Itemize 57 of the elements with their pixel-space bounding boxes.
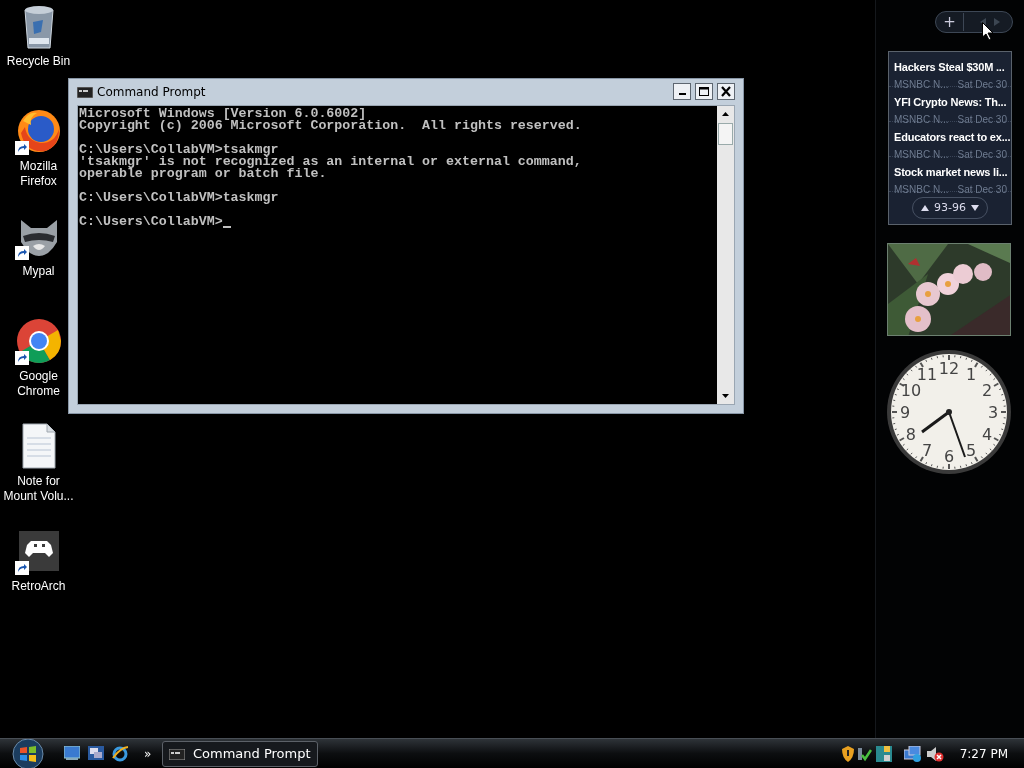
- clock-numeral: 1: [965, 364, 977, 384]
- mouse-pointer-icon: [982, 22, 994, 41]
- news-headline[interactable]: YFI Crypto News: Th...: [894, 95, 1007, 110]
- scroll-thumb[interactable]: [718, 122, 733, 145]
- clock-numeral: 9: [899, 403, 911, 422]
- add-gadget-button[interactable]: +: [936, 13, 964, 31]
- minimize-button[interactable]: [673, 83, 691, 101]
- down-arrow-icon[interactable]: [971, 204, 979, 211]
- network-icon[interactable]: [903, 745, 922, 762]
- shield-icon[interactable]: [841, 745, 854, 762]
- internet-explorer-icon[interactable]: [112, 745, 128, 762]
- news-date: Sat Dec 30: [957, 113, 1007, 126]
- console-icon: [77, 86, 93, 98]
- desktop-icon-label[interactable]: Note for Mount Volu...: [2, 474, 75, 504]
- check-icon[interactable]: [857, 745, 872, 762]
- desktop-icon-label[interactable]: Google Chrome: [16, 369, 61, 399]
- maximize-button[interactable]: [695, 83, 713, 101]
- clock-numeral: 10: [900, 381, 922, 400]
- console-output: Microsoft Windows [Version 6.0.6002] Copyright (c) 2006 Microsoft Corporation. All rights reserved. C:\Users\CollabVM>tsakmgr 'tsakmgr' is not recognized as an internal or external command, operable program or batch file. C:\Users\CollabVM>taskmgr C:\Users\CollabVM>: [78, 105, 583, 231]
- news-date: Sat Dec 30: [957, 78, 1007, 91]
- muted-speaker-icon[interactable]: [925, 745, 944, 762]
- more-icon[interactable]: »: [144, 744, 158, 763]
- clock-numeral: 7: [921, 441, 933, 461]
- news-source: MSNBC N...: [894, 78, 949, 91]
- show-desktop-icon[interactable]: [64, 745, 80, 760]
- desktop-icon-label[interactable]: Mozilla Firefox: [19, 159, 58, 189]
- clock-numeral: 3: [987, 403, 999, 422]
- console-icon: [169, 748, 185, 760]
- news-headline[interactable]: Educators react to ex...: [894, 130, 1011, 145]
- clock-numeral: 8: [905, 425, 916, 444]
- window-icon[interactable]: [875, 745, 892, 762]
- news-headline[interactable]: Hackers Steal $30M ...: [894, 60, 1005, 75]
- switch-windows-icon[interactable]: [88, 745, 104, 760]
- clock-numeral: 6: [943, 447, 955, 466]
- taskbar-button[interactable]: Command Prompt: [162, 740, 318, 767]
- clock-numeral: 4: [982, 425, 993, 444]
- clock-numeral: 12: [938, 359, 960, 378]
- chrome-icon[interactable]: [14, 317, 63, 365]
- news-source: MSNBC N...: [894, 113, 949, 126]
- clock-numeral: 2: [982, 381, 993, 400]
- news-headline[interactable]: Stock market news li...: [894, 165, 1008, 180]
- scrollbar[interactable]: [717, 105, 734, 404]
- desktop-icon-label[interactable]: Mypal: [21, 264, 56, 279]
- news-source: MSNBC N...: [894, 183, 949, 196]
- page-range: 93-96: [934, 199, 966, 216]
- close-button[interactable]: [717, 83, 735, 101]
- news-date: Sat Dec 30: [957, 148, 1007, 161]
- news-source: MSNBC N...: [894, 148, 949, 161]
- clock-numeral: 11: [916, 364, 938, 384]
- desktop-icon-label[interactable]: RetroArch: [10, 579, 67, 594]
- up-arrow-icon[interactable]: [921, 204, 929, 211]
- clock-time[interactable]: 7:27 PM: [959, 744, 1008, 763]
- minimize-icon: [678, 93, 686, 96]
- clock-numeral: 5: [965, 441, 977, 461]
- window-title: Command Prompt: [97, 83, 207, 101]
- news-date: Sat Dec 30: [957, 183, 1007, 196]
- desktop-icon-label[interactable]: Recycle Bin: [6, 54, 71, 69]
